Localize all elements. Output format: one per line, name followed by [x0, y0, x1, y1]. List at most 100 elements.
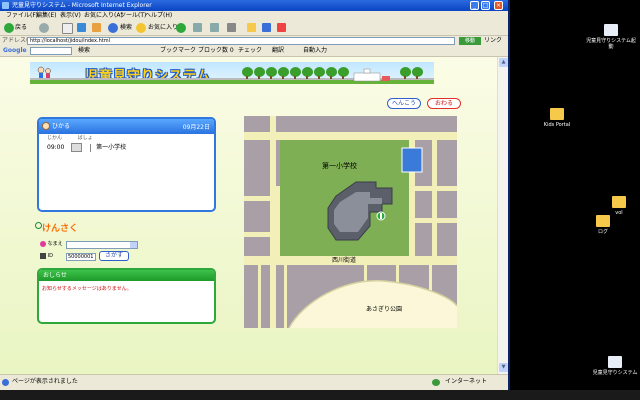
schedule-row[interactable]: 09:00 第一小学校 — [47, 143, 207, 153]
print-icon[interactable] — [227, 23, 236, 32]
search-button[interactable]: さがす — [99, 251, 129, 261]
menu-help[interactable]: ヘルプ(H) — [145, 11, 172, 20]
page-done-icon — [2, 379, 9, 386]
scroll-up-icon[interactable]: ▲ — [499, 58, 508, 67]
map-road-label: 西川街道 — [332, 256, 356, 264]
close-button[interactable]: × — [494, 1, 503, 10]
tree-icon — [400, 67, 411, 79]
status-bar: ページが表示されました インターネット — [0, 374, 508, 390]
menu-file[interactable]: ファイル(F) — [6, 11, 38, 20]
internet-zone-icon — [432, 379, 440, 386]
minimize-button[interactable]: _ — [470, 1, 479, 10]
ie-icon — [2, 2, 9, 9]
messenger-icon[interactable] — [262, 23, 271, 32]
desktop-icon-label: 児童見守りシステム — [592, 370, 638, 376]
schedule-columns: じかん ばしょ — [47, 134, 93, 141]
search-label[interactable]: 検索 — [120, 23, 132, 32]
home-icon[interactable] — [92, 23, 101, 32]
go-button[interactable]: 移動 — [459, 37, 481, 45]
notice-header: おしらせ — [39, 270, 214, 281]
scroll-down-icon[interactable]: ▼ — [499, 363, 508, 372]
desktop-icon-app-launch[interactable]: 児童見守りシステム起動 — [586, 24, 636, 50]
google-toolbar: Google 検索 ブックマーク ブロック数 0 チェック 翻訳 自動入力 — [0, 46, 508, 57]
refresh-icon[interactable] — [77, 23, 86, 32]
desktop-icon-label: Kids Portal — [543, 122, 571, 128]
id-label: ID — [47, 253, 53, 259]
bookmark-button[interactable]: ブックマーク — [160, 46, 196, 56]
menu-view[interactable]: 表示(V) — [60, 11, 81, 20]
id-row: ID — [40, 252, 53, 261]
google-logo: Google — [3, 47, 27, 54]
desktop-icon-label: ログ — [597, 229, 608, 235]
map-view[interactable]: 第一小学校 西川街道 あさぎり公園 — [244, 116, 457, 328]
desktop-icon-folder-1[interactable]: Kids Portal — [534, 108, 580, 128]
links-label[interactable]: リンク — [484, 36, 502, 46]
end-button[interactable]: おわる — [427, 98, 461, 109]
schedule-date: 09月22日 — [182, 124, 210, 131]
favorites-icon[interactable] — [136, 23, 146, 33]
mail-icon[interactable] — [210, 23, 219, 32]
maximize-button[interactable]: □ — [481, 1, 490, 10]
desktop-icon-label: 児童見守りシステム起動 — [586, 38, 636, 50]
schedule-panel: ひかる 09月22日 じかん ばしょ 09:00 第一小学校 — [37, 117, 216, 212]
person-icon — [40, 240, 46, 247]
tree-icon — [314, 67, 325, 79]
tree-icon — [326, 67, 337, 79]
google-search-input[interactable] — [30, 47, 72, 55]
school-building-icon — [353, 68, 390, 82]
google-search-button[interactable]: 検索 — [78, 46, 90, 56]
notice-panel: おしらせ お知らせするメッセージはありません。 — [37, 268, 216, 324]
search-icon[interactable] — [108, 23, 118, 33]
app-shortcut-icon — [604, 24, 618, 36]
tree-icon — [254, 67, 265, 79]
media-icon[interactable] — [176, 23, 186, 33]
back-icon[interactable] — [4, 23, 14, 33]
tree-icon — [338, 67, 349, 79]
schedule-header: ひかる 09月22日 — [39, 119, 214, 134]
folder-icon — [612, 196, 626, 208]
menu-edit[interactable]: 編集(E) — [36, 11, 56, 20]
name-row: なまえ — [40, 240, 63, 249]
back-label[interactable]: 戻る — [15, 23, 27, 32]
notice-message: お知らせするメッセージはありません。 — [42, 286, 132, 292]
folder-icon — [596, 215, 610, 227]
spell-check-button[interactable]: チェック — [238, 46, 262, 56]
tree-icon — [302, 67, 313, 79]
history-icon[interactable] — [193, 23, 202, 32]
translate-button[interactable]: 翻訳 — [272, 46, 284, 56]
name-select[interactable] — [66, 241, 138, 249]
map-canvas[interactable]: 第一小学校 西川街道 あさぎり公園 — [244, 116, 457, 328]
col-time: じかん — [47, 135, 63, 141]
desktop-icon-folder-3[interactable]: ログ — [586, 215, 620, 235]
browser-window: 児童見守りシステム - Microsoft Internet Explorer … — [0, 0, 510, 390]
folder-icon — [550, 108, 564, 120]
vertical-scrollbar[interactable]: ▲ ▼ — [497, 57, 508, 374]
name-label: なまえ — [47, 241, 63, 247]
desktop-icon-app[interactable]: 児童見守りシステム — [592, 356, 638, 376]
menu-favorites[interactable]: お気に入り(A) — [84, 11, 123, 20]
desktop: 児童見守りシステム - Microsoft Internet Explorer … — [0, 0, 640, 400]
change-button[interactable]: へんこう — [387, 98, 421, 109]
popup-blocked-label[interactable]: ブロック数 0 — [198, 46, 234, 56]
address-input[interactable]: http://localhost/jidou/index.html — [27, 37, 455, 45]
map-school-label: 第一小学校 — [322, 161, 357, 170]
row-divider — [90, 143, 92, 152]
desktop-icon-folder-2[interactable]: vol — [604, 196, 634, 216]
id-card-icon — [40, 252, 46, 259]
title-bar[interactable]: 児童見守りシステム - Microsoft Internet Explorer … — [0, 0, 508, 11]
id-input[interactable]: 50000001 — [66, 253, 96, 261]
map-park-label: あさぎり公園 — [366, 305, 402, 313]
schedule-row-place: 第一小学校 — [96, 144, 127, 151]
stop-icon[interactable] — [62, 23, 73, 34]
schedule-user-name: ひかる — [52, 123, 71, 130]
research-icon[interactable] — [277, 23, 286, 32]
chevron-down-icon[interactable] — [130, 242, 137, 248]
favorites-label[interactable]: お気に入り — [148, 23, 178, 32]
tree-icon — [242, 67, 253, 79]
folder-icon[interactable] — [247, 23, 256, 32]
toolbar: 戻る 検索 お気に入り — [0, 20, 508, 36]
app-banner: 児童見守りシステム — [30, 62, 434, 84]
forward-icon[interactable] — [39, 23, 49, 33]
autofill-button[interactable]: 自動入力 — [303, 46, 327, 56]
menu-tools[interactable]: ツール(T) — [120, 11, 146, 20]
